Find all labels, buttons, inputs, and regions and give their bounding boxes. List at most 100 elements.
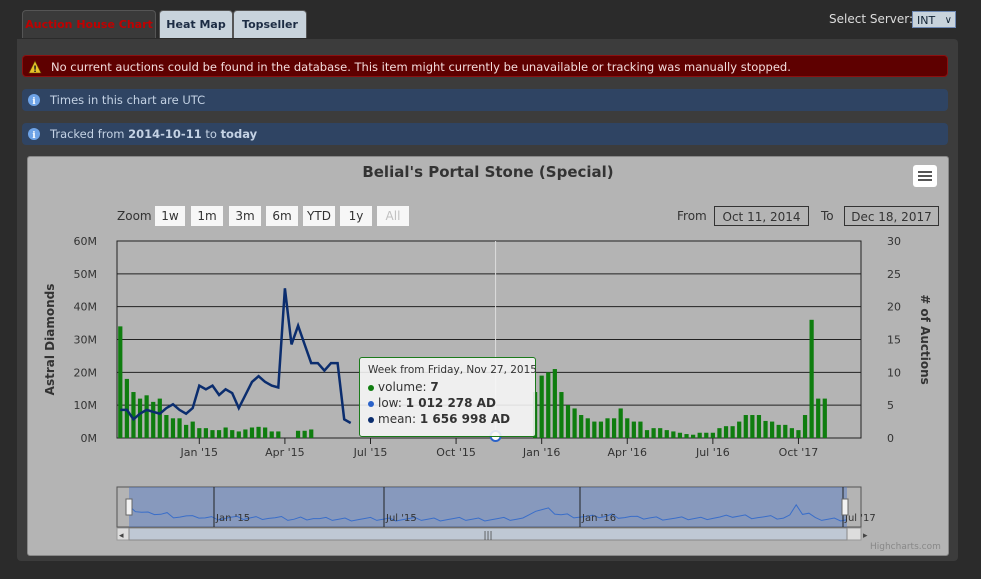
volume-bar: [631, 421, 636, 438]
volume-bar: [236, 431, 241, 438]
volume-bar: [664, 430, 669, 438]
server-label: Select Server:: [829, 12, 914, 26]
volume-bar: [144, 395, 149, 438]
volume-bar: [137, 398, 143, 438]
volume-bar: [592, 421, 597, 438]
tab-auction-house-chart[interactable]: Auction House Chart: [22, 10, 156, 38]
volume-bar: [216, 430, 222, 438]
x-tick-label: Oct '15: [436, 446, 476, 459]
tooltip-volume-label: volume:: [378, 380, 431, 394]
y2-tick-label: 30: [887, 235, 901, 248]
y2-tick-label: 20: [887, 301, 901, 314]
x-tick-label: Jul '16: [695, 446, 730, 459]
volume-bar: [230, 430, 235, 438]
y2-tick-label: 25: [887, 268, 901, 281]
y-axis-title: Astral Diamonds: [43, 284, 57, 396]
y-tick-label: 60M: [74, 235, 98, 248]
tracked-start-date: 2014-10-11: [128, 127, 202, 141]
tracked-alert: i Tracked from 2014-10-11 to today: [22, 123, 948, 145]
tab-heat-map[interactable]: Heat Map: [159, 10, 233, 38]
volume-bar: [730, 426, 735, 438]
x-tick-label: Jan '15: [180, 446, 218, 459]
volume-bar: [750, 415, 755, 438]
tooltip-volume: volume: 7: [368, 380, 439, 394]
tracked-to: to: [201, 127, 221, 141]
tracked-prefix: Tracked from: [50, 127, 129, 141]
volume-bar: [677, 432, 683, 438]
volume-bar: [625, 418, 630, 438]
volume-bar: [539, 375, 544, 438]
scroll-left-icon[interactable]: ◂: [119, 531, 124, 541]
volume-bar: [124, 378, 129, 438]
volume-bar: [302, 430, 307, 438]
volume-bar: [223, 427, 228, 438]
volume-bar: [184, 424, 189, 438]
volume-bar: [783, 424, 788, 438]
tooltip-low-value: 1 012 278 AD: [405, 396, 496, 410]
price-volume-chart: 0M 10M 20M 30M 40M 50M 60M 0 5 10 15 20 25 30 Jan '15 A…: [43, 235, 932, 541]
volume-bar: [796, 430, 801, 438]
volume-bar: [605, 418, 610, 438]
svg-text:!: !: [33, 65, 37, 74]
volume-bar: [269, 431, 274, 438]
volume-bar: [118, 326, 123, 438]
volume-bar: [295, 430, 301, 438]
y-tick-label: 0M: [81, 432, 98, 445]
server-select[interactable]: INT ∨: [912, 11, 956, 28]
volume-bar: [763, 420, 768, 438]
x-tick-label: Jan '16: [522, 446, 560, 459]
navigator-handle[interactable]: [125, 498, 133, 516]
volume-dot-icon: [368, 385, 374, 391]
info-icon: i: [28, 94, 40, 107]
volume-bar: [809, 319, 814, 438]
y2-tick-label: 5: [887, 399, 894, 412]
chart-container: Belial's Portal Stone (Special) Zoom 1w …: [27, 156, 949, 556]
volume-bar: [723, 426, 729, 438]
volume-bar: [177, 418, 182, 438]
navigator-label: Jul '15: [385, 513, 417, 524]
volume-bar: [756, 415, 762, 438]
info-icon: i: [28, 128, 40, 141]
volume-bar: [552, 369, 557, 438]
tooltip-volume-value: 7: [430, 380, 439, 394]
y-tick-label: 10M: [74, 399, 98, 412]
volume-bar: [789, 428, 794, 438]
x-tick-label: Apr '16: [607, 446, 647, 459]
navigator-label: Jul '17: [844, 513, 876, 524]
utc-alert: i Times in this chart are UTC: [22, 89, 948, 111]
volume-bar: [776, 424, 781, 438]
volume-bar: [309, 429, 314, 438]
volume-bar: [697, 432, 702, 438]
volume-bar: [770, 421, 775, 438]
data-tooltip: Week from Friday, Nov 27, 2015 volume: 7…: [359, 357, 537, 437]
x-tick-label: Apr '15: [265, 446, 305, 459]
volume-bar: [644, 430, 650, 438]
volume-bar: [585, 418, 590, 438]
y2-axis-title: # of Auctions: [918, 294, 932, 385]
y-tick-label: 30M: [74, 334, 98, 347]
volume-bar: [243, 429, 248, 438]
navigator-label: Jan '15: [215, 513, 250, 524]
x-tick-label: Jul '15: [353, 446, 388, 459]
navigator-handle[interactable]: [841, 498, 849, 516]
volume-bar: [704, 432, 709, 438]
tracked-alert-text: Tracked from 2014-10-11 to today: [50, 123, 257, 145]
y2-tick-label: 0: [887, 432, 894, 445]
tab-topseller[interactable]: Topseller: [233, 10, 307, 38]
y-tick-label: 20M: [74, 366, 98, 379]
volume-bar: [671, 431, 676, 438]
y2-tick-label: 10: [887, 366, 901, 379]
scroll-right-icon[interactable]: ▸: [863, 531, 868, 541]
svg-text:i: i: [32, 131, 36, 141]
volume-bar: [164, 415, 169, 438]
y2-tick-label: 15: [887, 334, 901, 347]
navigator-label: Jan '16: [581, 513, 616, 524]
volume-bar: [816, 398, 821, 438]
credits-link[interactable]: Highcharts.com: [870, 542, 941, 552]
volume-bar: [559, 392, 564, 438]
volume-bar: [256, 426, 261, 438]
volume-bar: [638, 421, 643, 438]
volume-bar: [618, 408, 623, 438]
volume-bar: [717, 428, 722, 438]
volume-bar: [151, 401, 156, 438]
